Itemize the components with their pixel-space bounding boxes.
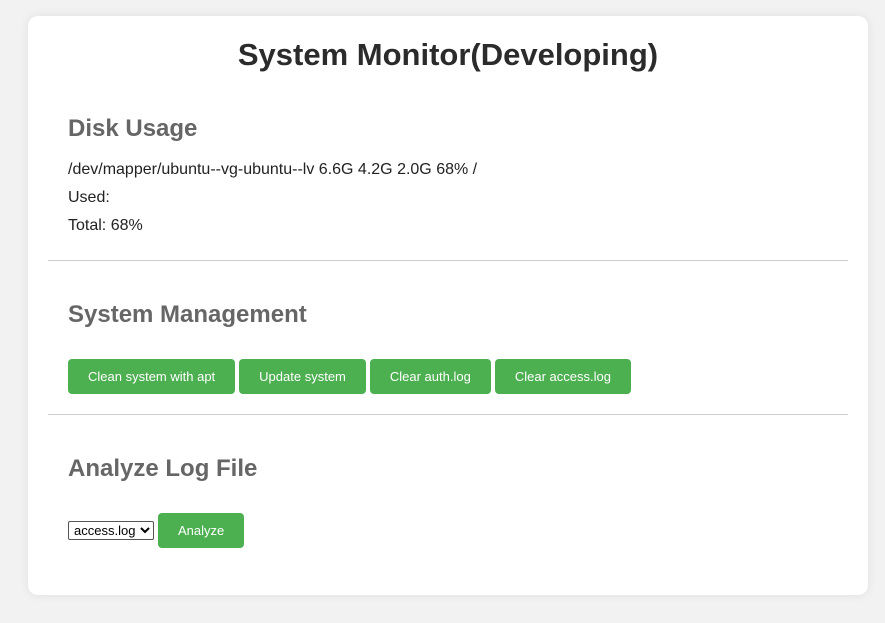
analyze-button[interactable]: Analyze — [158, 513, 245, 548]
system-management-section: System Management Clean system with apt … — [28, 300, 868, 394]
system-management-heading: System Management — [68, 301, 307, 328]
clean-system-button[interactable]: Clean system with apt — [68, 359, 236, 394]
section-divider — [48, 414, 848, 415]
section-divider — [48, 260, 848, 261]
clear-auth-log-button[interactable]: Clear auth.log — [369, 359, 491, 394]
main-card: System Monitor(Developing) Disk Usage /d… — [28, 16, 868, 595]
analyze-log-section: Analyze Log File access.log Analyze — [28, 454, 868, 548]
log-file-select[interactable]: access.log — [68, 521, 154, 540]
disk-usage-section: Disk Usage /dev/mapper/ubuntu--vg-ubuntu… — [28, 114, 868, 240]
update-system-button[interactable]: Update system — [239, 359, 366, 394]
disk-total-text: Total: 68% — [68, 217, 143, 234]
clear-access-log-button[interactable]: Clear access.log — [494, 359, 631, 394]
page-title: System Monitor(Developing) — [237, 37, 659, 72]
disk-usage-line: /dev/mapper/ubuntu--vg-ubuntu--lv 6.6G 4… — [68, 161, 478, 178]
disk-usage-heading: Disk Usage — [68, 115, 198, 142]
analyze-log-heading: Analyze Log File — [68, 455, 258, 482]
disk-used-text: Used: — [68, 189, 110, 206]
management-button-row: Clean system with apt Update system Clea… — [68, 359, 828, 394]
analyze-log-row: access.log Analyze — [68, 513, 828, 548]
